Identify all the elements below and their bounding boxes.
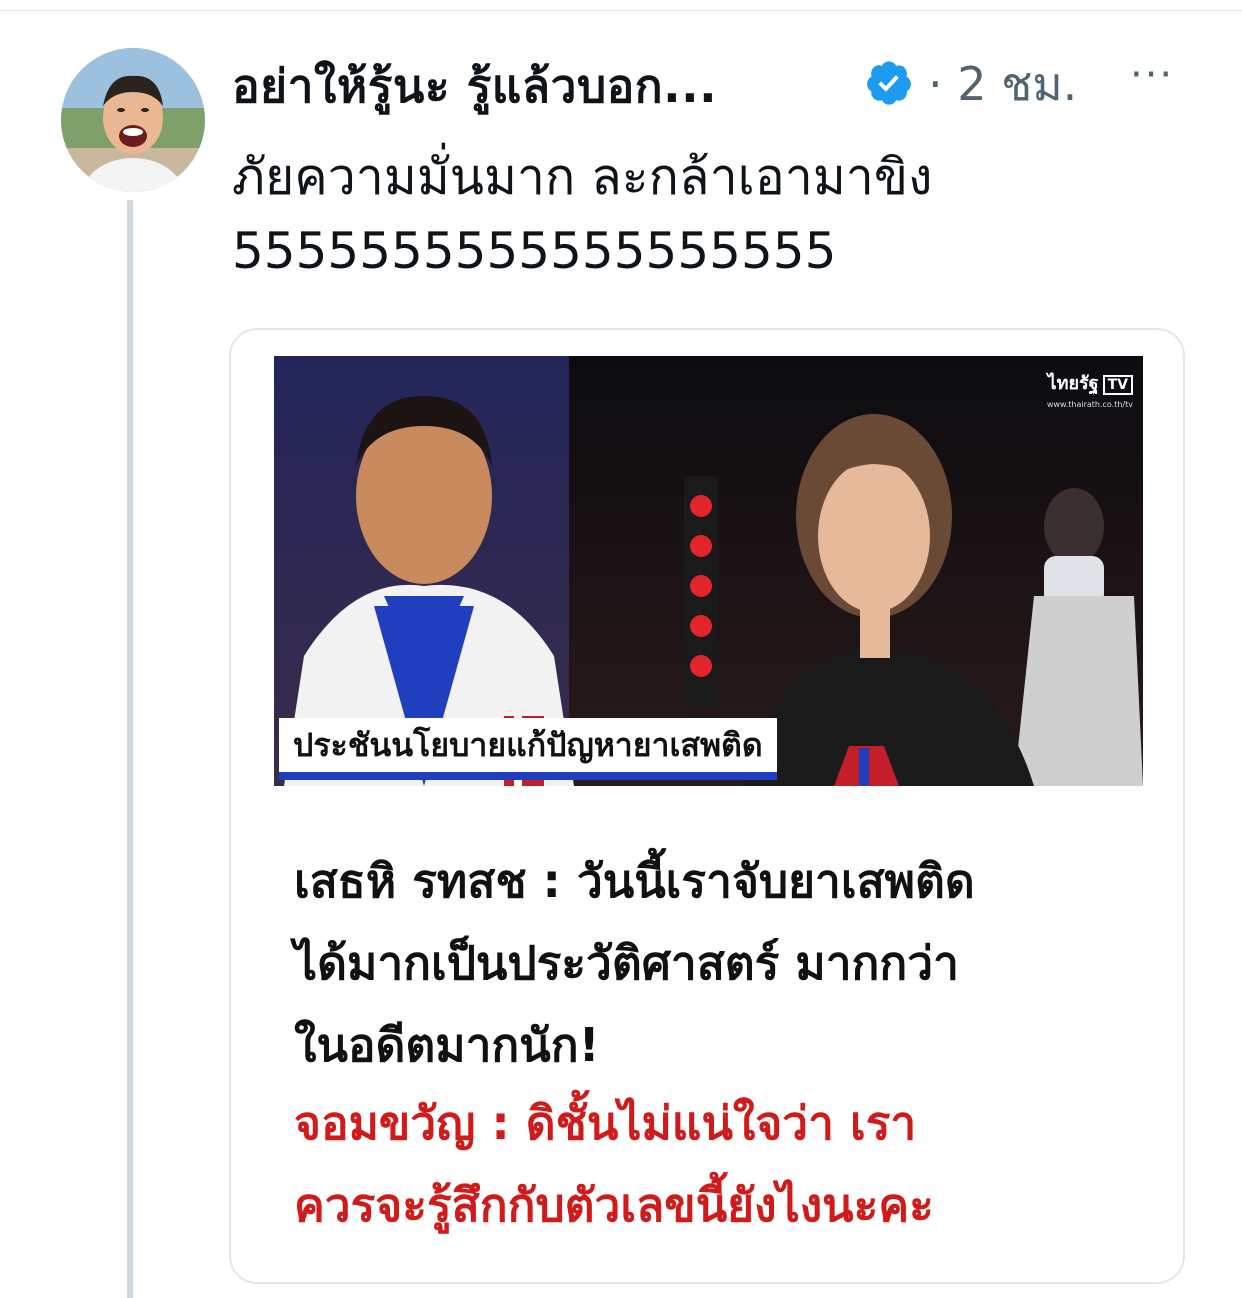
channel-url: www.thairath.co.th/tv <box>1046 400 1133 409</box>
channel-tv-badge: TV <box>1102 375 1133 395</box>
quote-line: ในอดีตมากนัก! <box>294 1018 600 1072</box>
tweet-header: อย่าให้รู้นะ รู้แล้วบอก... · 2 ชม. ··· <box>232 42 1222 122</box>
quote-statement: เสธหิ รทสช : วันนี้เราจับยาเสพติด ได้มาก… <box>294 840 1174 1086</box>
quote-line: ได้มากเป็นประวัติศาสตร์ มากกว่า <box>294 936 959 990</box>
more-options-icon[interactable]: ··· <box>1130 52 1174 98</box>
channel-logo-text: ไทยรัฐ <box>1047 373 1099 394</box>
display-name[interactable]: อย่าให้รู้นะ รู้แล้วบอก... <box>232 50 717 123</box>
image-caption-bar: ประชันนโยบายแก้ปัญหายาเสพติด <box>279 718 777 780</box>
quote-line: ควรจะรู้สึกกับตัวเลขนี้ยังไงนะคะ <box>294 1178 934 1232</box>
timestamp[interactable]: · 2 ชม. <box>928 48 1077 121</box>
thread-connector-line <box>127 200 133 1298</box>
news-photo[interactable]: ไทยรัฐ TV www.thairath.co.th/tv ประชันนโย… <box>274 356 1143 786</box>
channel-logo: ไทยรัฐ TV <box>1048 368 1133 397</box>
top-divider <box>0 10 1242 11</box>
quote-line: จอมขวัญ : ดิชั้นไม่แน่ใจว่า เรา <box>294 1096 917 1150</box>
quote-line: เสธหิ รทสช : วันนี้เราจับยาเสพติด <box>294 854 975 908</box>
avatar[interactable] <box>61 48 205 192</box>
tweet-text-line: 5555555555555555555 <box>232 222 837 280</box>
tweet-text-line: ภัยความมั่นมาก ละกล้าเอามาขิง <box>232 148 933 206</box>
media-card[interactable]: ไทยรัฐ TV www.thairath.co.th/tv ประชันนโย… <box>229 328 1185 1284</box>
tweet-text: ภัยความมั่นมาก ละกล้าเอามาขิง 5555555555… <box>232 140 1182 288</box>
verified-badge-icon <box>867 61 911 105</box>
image-caption: ประชันนโยบายแก้ปัญหายาเสพติด <box>293 726 763 764</box>
quote-response: จอมขวัญ : ดิชั้นไม่แน่ใจว่า เรา ควรจะรู้… <box>294 1082 1174 1246</box>
